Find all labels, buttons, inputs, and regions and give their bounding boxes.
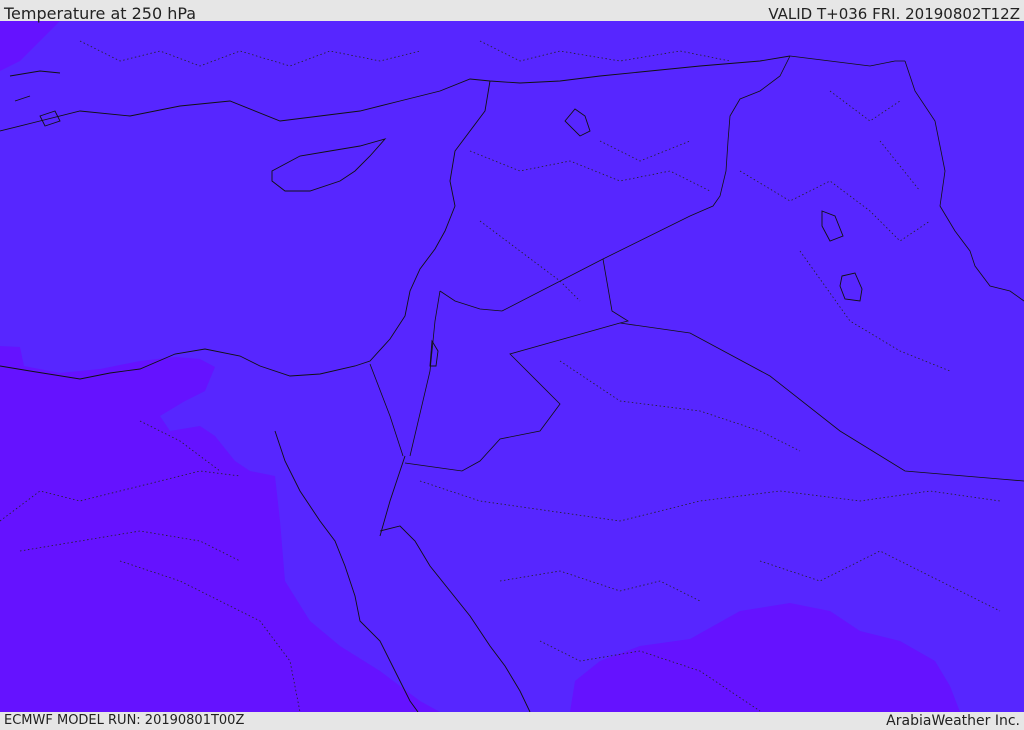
header-bar: Temperature at 250 hPa VALID T+036 FRI. … [0, 0, 1024, 23]
footer-bar: ECMWF MODEL RUN: 20190801T00Z ArabiaWeat… [0, 712, 1024, 729]
map-title: Temperature at 250 hPa [4, 4, 197, 23]
valid-time: VALID T+036 FRI. 20190802T12Z [768, 5, 1020, 23]
weather-map[interactable] [0, 21, 1024, 712]
model-run-label: ECMWF MODEL RUN: 20190801T00Z [4, 713, 245, 728]
credit-label: ArabiaWeather Inc. [886, 713, 1020, 729]
